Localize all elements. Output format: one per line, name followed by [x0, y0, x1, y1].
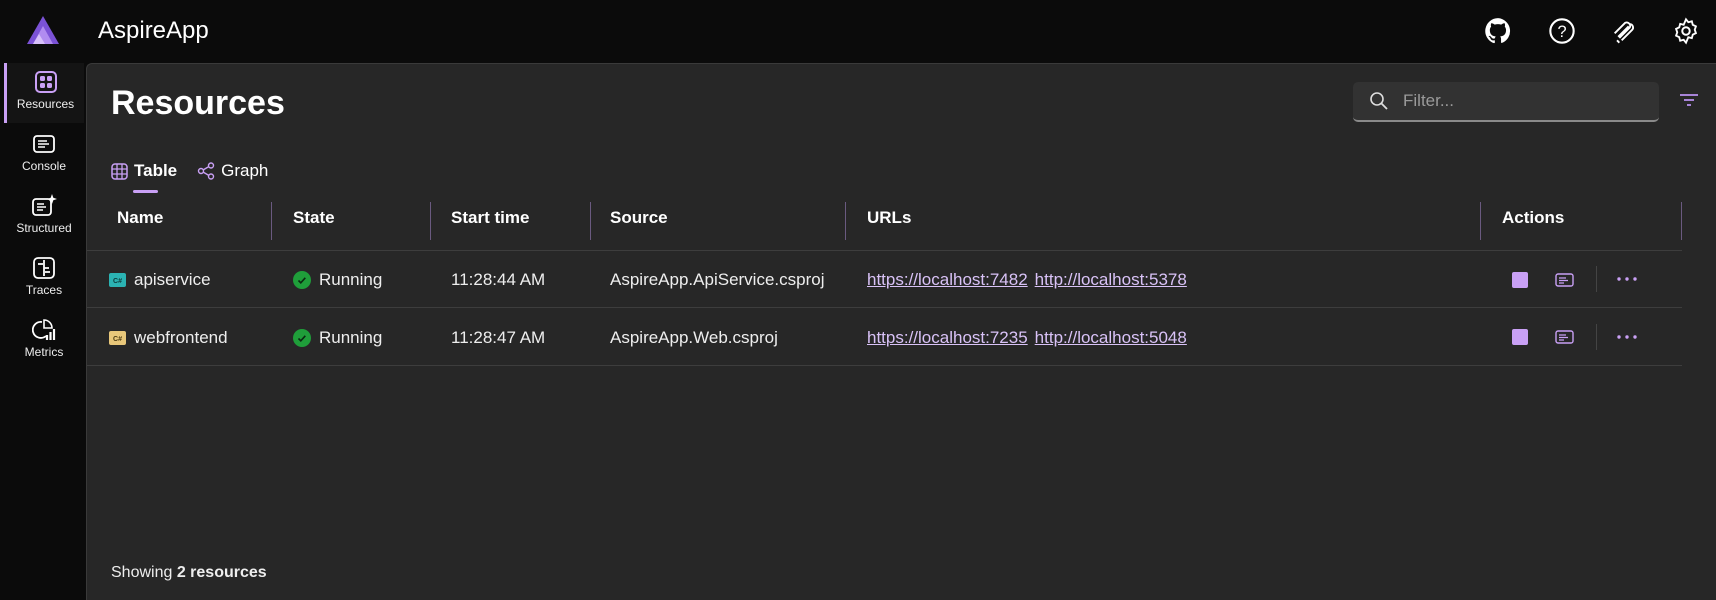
svg-text:?: ? [1557, 23, 1566, 41]
console-logs-icon[interactable] [1555, 329, 1574, 345]
sidebar-item-label: Structured [16, 221, 72, 235]
tab-table[interactable]: Table [111, 156, 178, 193]
column-header-source[interactable]: Source [610, 194, 668, 244]
filter-input[interactable] [1403, 91, 1643, 111]
resource-name-text[interactable]: webfrontend [134, 328, 228, 348]
search-icon [1370, 92, 1388, 110]
url-link[interactable]: https://localhost:7235 [867, 328, 1028, 348]
column-header-name[interactable]: Name [117, 194, 163, 244]
settings-icon[interactable] [1672, 17, 1700, 45]
check-circle-icon [293, 329, 311, 347]
resource-name: C# apiservice [109, 268, 211, 292]
action-divider [1596, 324, 1597, 350]
start-time: 11:28:44 AM [451, 270, 546, 289]
aspire-logo-icon [27, 16, 59, 44]
column-divider[interactable] [430, 202, 431, 240]
csharp-project-icon: C# [109, 273, 126, 287]
svg-text:C#: C# [113, 336, 122, 343]
urls: https://localhost:7482 http://localhost:… [867, 268, 1194, 292]
resource-name: C# webfrontend [109, 326, 228, 350]
sidebar-item-label: Metrics [24, 345, 64, 359]
sidebar-item-label: Console [21, 159, 67, 173]
start-time: 11:28:47 AM [451, 328, 546, 347]
page-title: Resources [111, 84, 285, 122]
graph-icon [197, 162, 215, 180]
table-icon [111, 162, 128, 180]
console-icon [33, 135, 55, 153]
filter-box[interactable] [1353, 82, 1659, 122]
row-divider [87, 307, 1682, 308]
main-panel: Resources Table Graph Name State Start t… [86, 63, 1716, 600]
github-icon[interactable] [1484, 17, 1512, 45]
state-text: Running [319, 328, 383, 347]
console-logs-icon[interactable] [1555, 272, 1574, 288]
row-divider [87, 250, 1682, 251]
sidebar-item-metrics[interactable]: Metrics [4, 311, 84, 371]
column-divider[interactable] [1681, 202, 1682, 240]
state-text: Running [319, 270, 383, 289]
source: AspireApp.Web.csproj [610, 328, 778, 347]
sidebar-item-console[interactable]: Console [4, 125, 84, 185]
resource-name-text[interactable]: apiservice [134, 270, 211, 290]
row-divider [87, 365, 1682, 366]
action-divider [1596, 266, 1597, 292]
help-icon[interactable]: ? [1548, 17, 1576, 45]
count-prefix: Showing [111, 564, 177, 581]
sidebar-item-structured[interactable]: Structured [4, 187, 84, 247]
svg-text:C#: C# [113, 278, 122, 285]
column-header-state[interactable]: State [293, 194, 335, 244]
tab-label: Graph [221, 161, 269, 180]
resource-state: Running [293, 268, 382, 292]
more-actions-icon[interactable] [1617, 277, 1637, 281]
resource-count: Showing 2 resources [111, 564, 267, 582]
source: AspireApp.ApiService.csproj [610, 270, 825, 289]
filter-options-icon[interactable] [1679, 92, 1699, 108]
sidebar-item-resources[interactable]: Resources [4, 63, 84, 123]
sidebar-item-label: Resources [16, 97, 75, 111]
app-title: AspireApp [98, 17, 209, 44]
csharp-project-icon: C# [109, 331, 126, 345]
structured-icon [32, 194, 57, 216]
column-header-actions: Actions [1502, 208, 1565, 227]
docs-icon[interactable] [1610, 17, 1638, 45]
url-link[interactable]: http://localhost:5048 [1035, 328, 1187, 348]
tab-label: Table [134, 161, 178, 180]
more-actions-icon[interactable] [1617, 335, 1637, 339]
column-divider[interactable] [271, 202, 272, 240]
traces-icon [33, 257, 55, 279]
count-value: 2 resources [176, 564, 267, 581]
view-tabs: Table Graph [111, 156, 268, 193]
stop-icon[interactable] [1512, 272, 1528, 288]
urls: https://localhost:7235 http://localhost:… [867, 326, 1194, 350]
check-circle-icon [293, 271, 311, 289]
metrics-icon [32, 319, 56, 340]
url-link[interactable]: http://localhost:5378 [1035, 270, 1187, 290]
resource-state: Running [293, 326, 382, 350]
tab-graph[interactable]: Graph [197, 156, 268, 186]
top-bar: AspireApp ? [0, 0, 1716, 63]
column-header-urls[interactable]: URLs [867, 194, 911, 244]
column-divider[interactable] [1480, 202, 1481, 240]
resources-icon [34, 71, 57, 93]
column-divider[interactable] [590, 202, 591, 240]
column-header-start-time[interactable]: Start time [451, 194, 529, 244]
sidebar-item-traces[interactable]: Traces [4, 249, 84, 309]
column-divider[interactable] [845, 202, 846, 240]
sidebar-item-label: Traces [25, 283, 63, 297]
url-link[interactable]: https://localhost:7482 [867, 270, 1028, 290]
sidebar: Resources Console Structured Traces Metr… [0, 63, 86, 600]
stop-icon[interactable] [1512, 329, 1528, 345]
